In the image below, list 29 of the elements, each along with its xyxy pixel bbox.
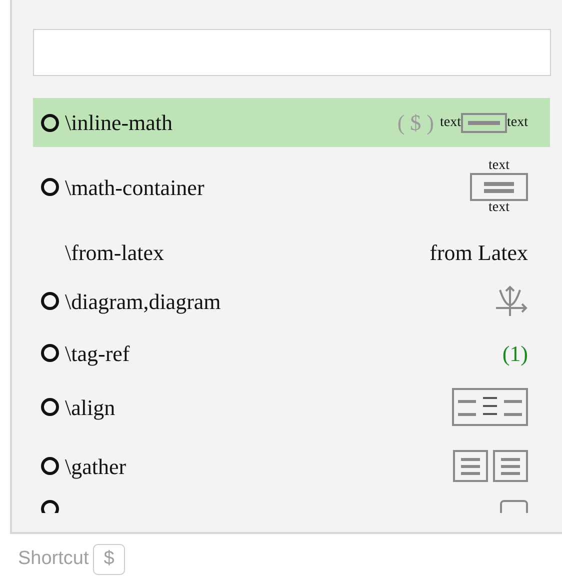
display-box-icon	[470, 173, 528, 201]
text-label: text	[488, 159, 510, 173]
command-label: \math-container	[65, 174, 206, 202]
command-label: \tag-ref	[65, 340, 131, 368]
command-label: \align	[65, 394, 116, 422]
highlighted-row[interactable]: \inline-math ( $ ) text text	[33, 98, 550, 147]
preview-label: from Latex	[430, 238, 528, 266]
menu-row[interactable]: \from-latex from Latex	[33, 232, 550, 272]
tag-number: (1)	[502, 340, 528, 368]
align-icon	[452, 388, 528, 426]
menu-row[interactable]: \align	[33, 385, 550, 429]
dollar-label: ( $ )	[397, 109, 434, 137]
command-label: \diagram,diagram	[65, 288, 222, 316]
text-label: text	[507, 114, 528, 132]
menu-row[interactable]: \diagram,diagram	[33, 281, 550, 321]
axes-icon	[494, 284, 528, 318]
menu-row[interactable]: \math-container text text	[33, 156, 550, 218]
gather-icon	[453, 450, 528, 482]
menu-row[interactable]: \gather	[33, 444, 550, 488]
search-field[interactable]	[33, 29, 551, 76]
command-label: \inline-math	[65, 109, 174, 137]
shortcut-label: Shortcut	[18, 547, 89, 571]
command-label: \gather	[65, 452, 128, 481]
menu-row[interactable]: \tag-ref (1)	[33, 333, 550, 373]
inline-box-icon	[461, 112, 507, 132]
text-label: text	[440, 114, 461, 132]
text-label: text	[488, 201, 510, 215]
command-label: \from-latex	[65, 238, 165, 266]
key-label: $	[92, 544, 126, 574]
